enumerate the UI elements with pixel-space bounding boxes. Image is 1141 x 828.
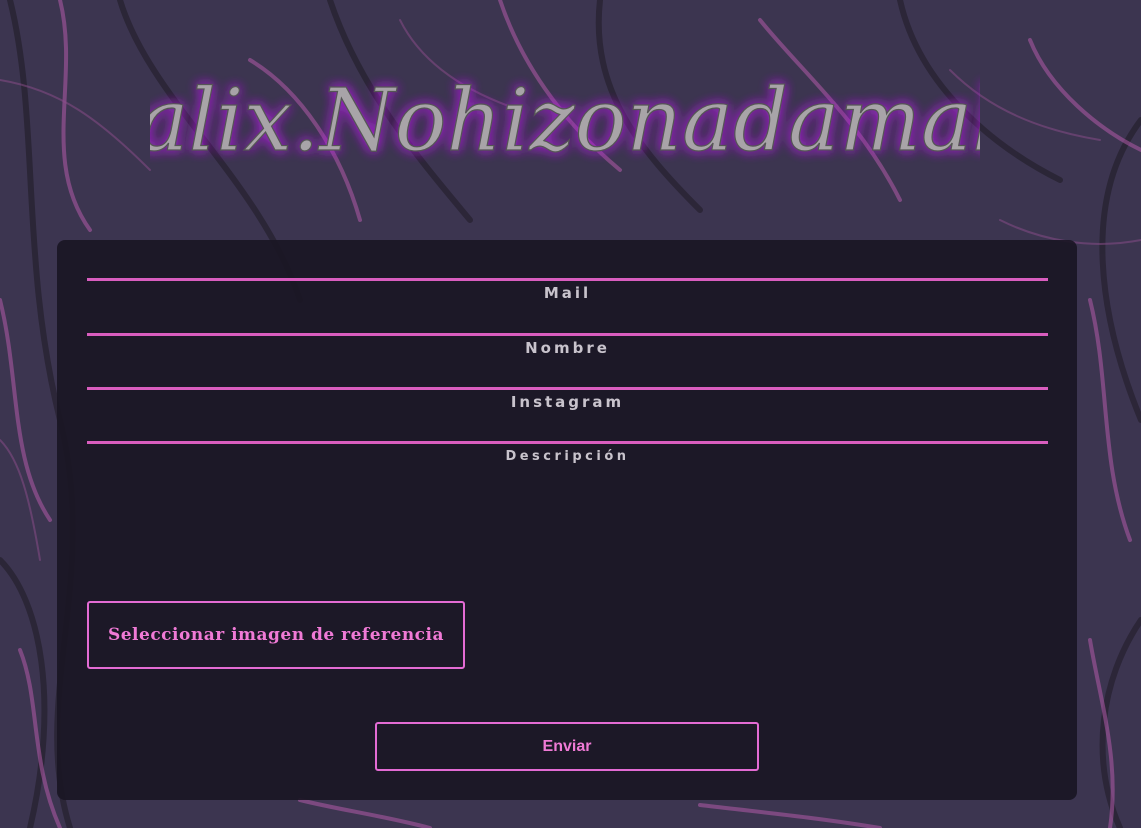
mail-field[interactable]: Mail <box>87 278 1048 302</box>
mail-label: Mail <box>543 284 592 302</box>
form-panel: Mail Nombre Instagram Descripción Selecc… <box>57 240 1077 800</box>
descripcion-label: Descripción <box>505 449 630 464</box>
descripcion-field[interactable]: Descripción <box>87 441 1048 564</box>
select-reference-image-button[interactable]: Seleccionar imagen de referencia <box>87 601 465 669</box>
select-reference-image-label: Seleccionar imagen de referencia <box>107 625 445 645</box>
nombre-label: Nombre <box>525 339 610 357</box>
submit-label: Enviar <box>542 737 592 755</box>
instagram-field[interactable]: Instagram <box>87 387 1048 411</box>
instagram-label: Instagram <box>510 393 625 411</box>
logo-text: Salix.Nohizonadamalo <box>150 71 980 171</box>
nombre-field[interactable]: Nombre <box>87 333 1048 357</box>
site-logo: Salix.Nohizonadamalo Salix.Nohizonadamal… <box>150 70 980 171</box>
submit-button[interactable]: Enviar <box>375 722 759 771</box>
